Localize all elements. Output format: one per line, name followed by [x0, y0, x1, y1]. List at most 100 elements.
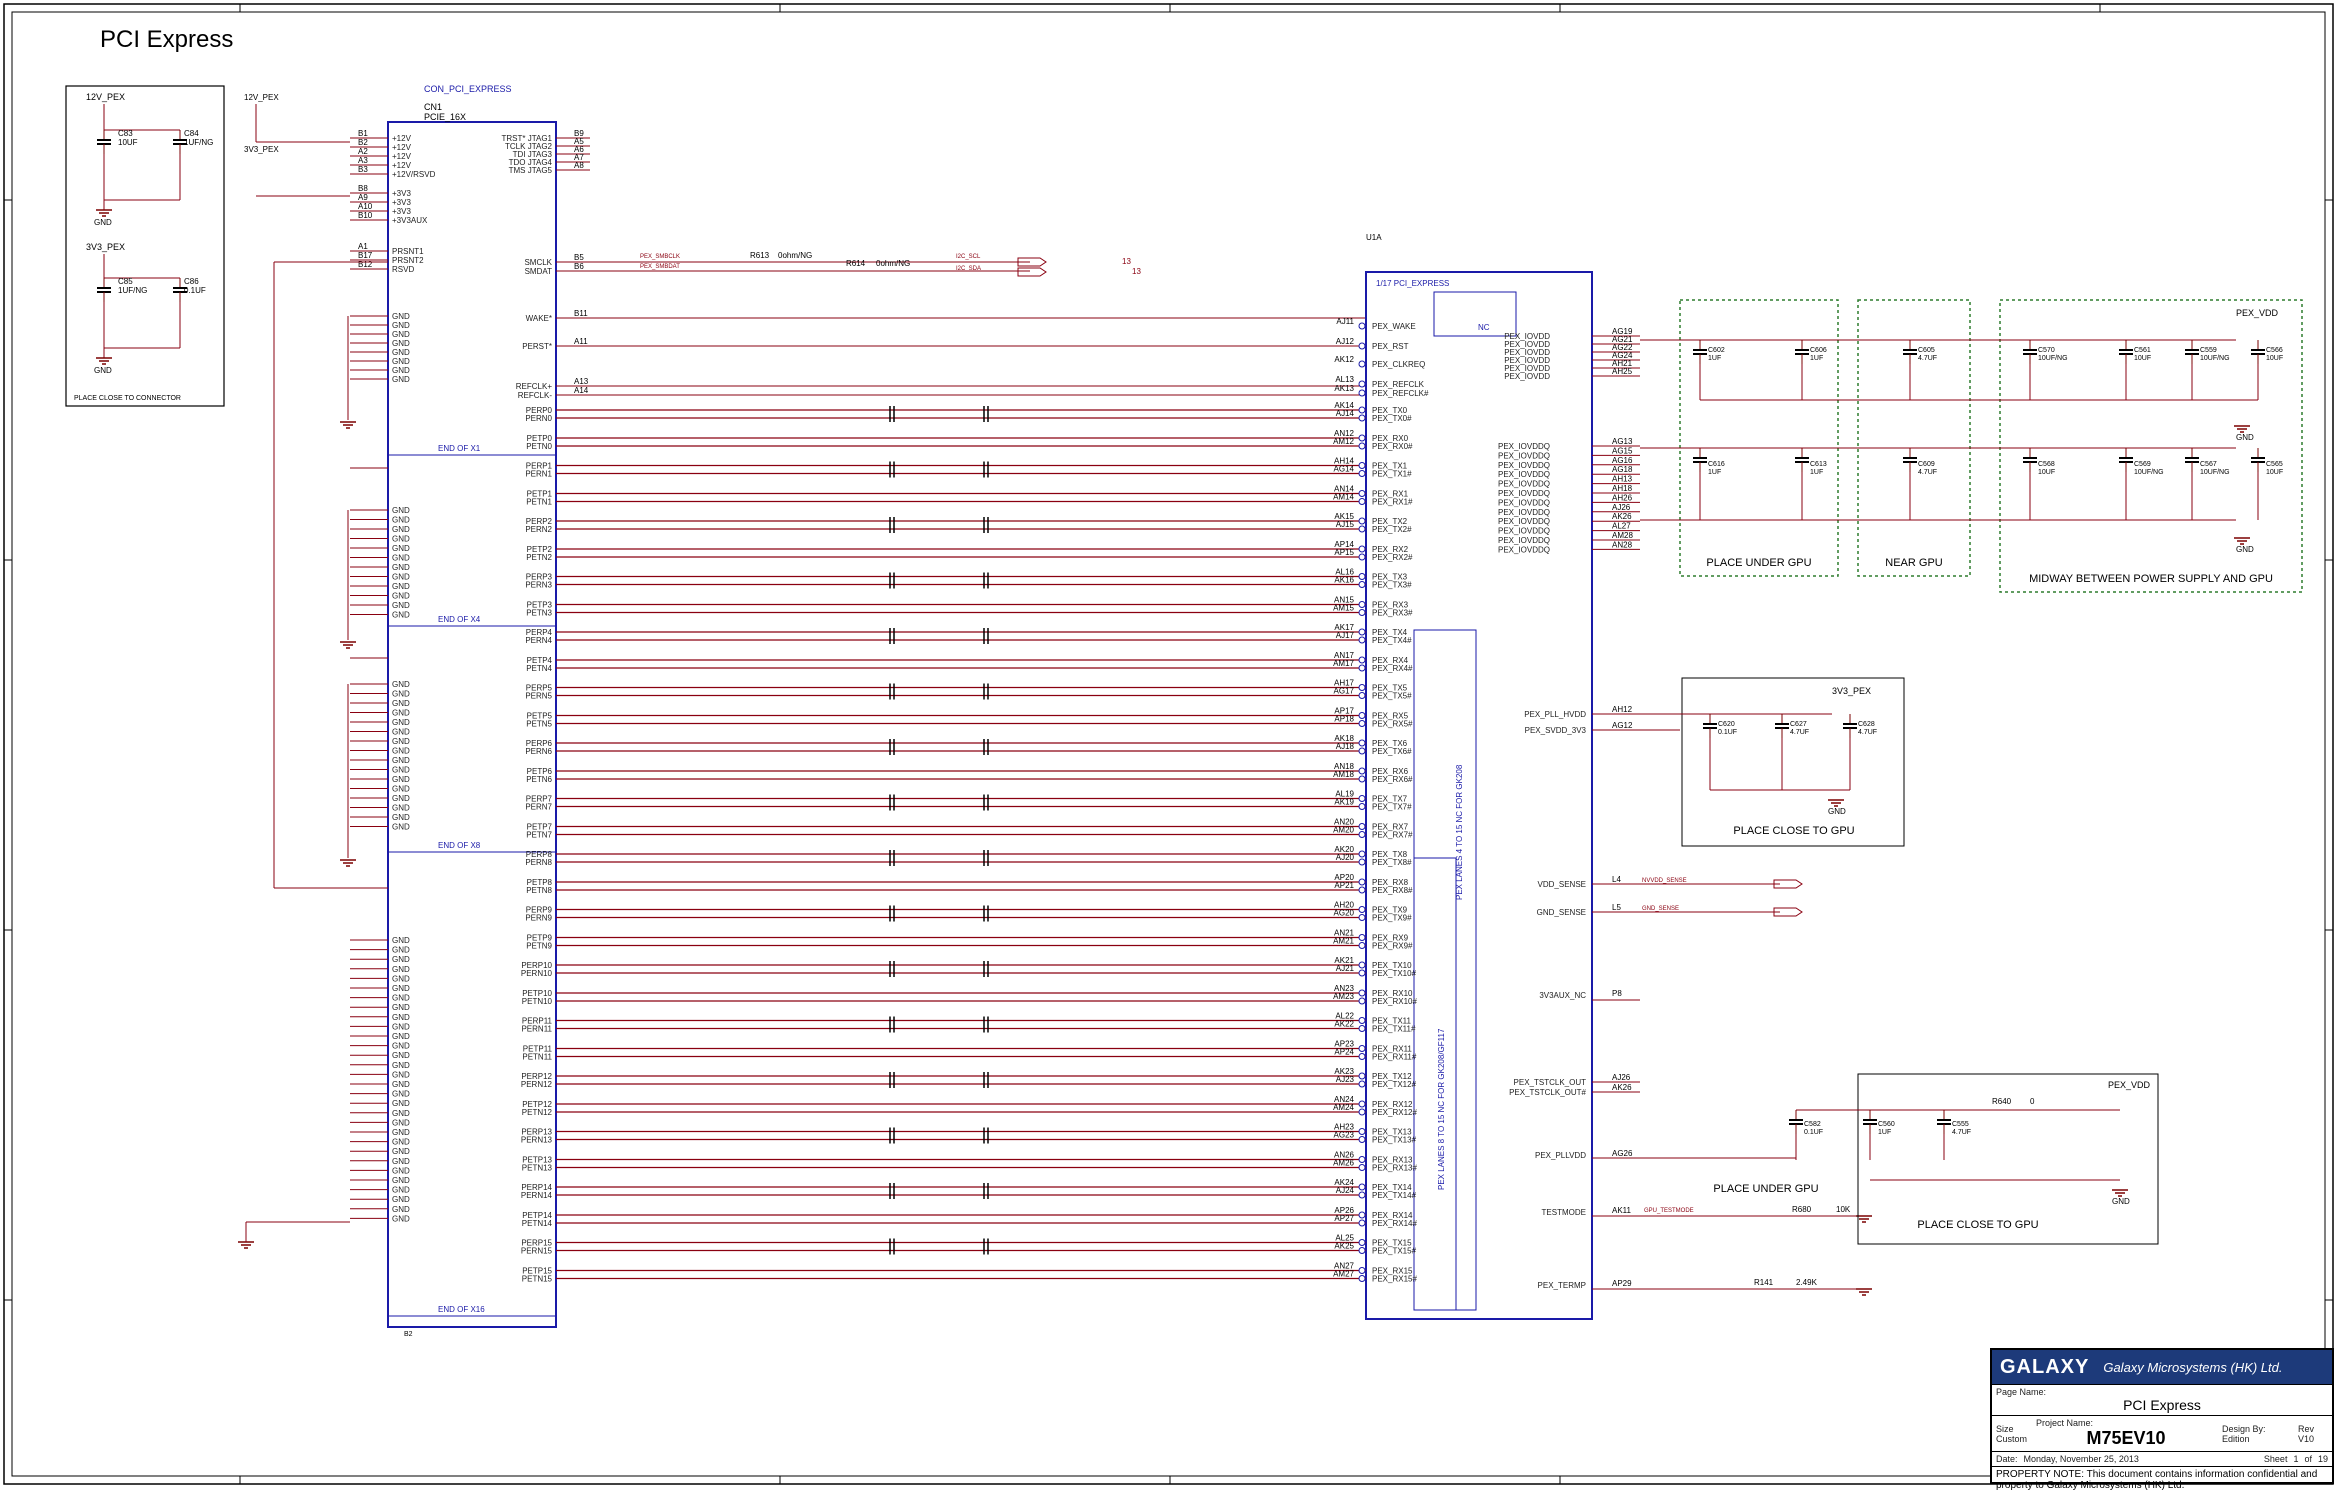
pin-name: GND: [392, 1147, 410, 1156]
pin-name: PEX_TX6#: [1372, 747, 1412, 756]
cap-ref: C555: [1952, 1121, 1969, 1128]
pin-name: GND: [392, 506, 410, 515]
pin-name: PERN12: [521, 1080, 553, 1089]
pin-name: PEX_IOVDDQ: [1498, 527, 1550, 536]
pin-bubble: [1358, 1164, 1366, 1171]
pin-name: PEX_RST: [1372, 342, 1409, 351]
pin-name: PEX_TX8#: [1372, 858, 1412, 867]
ball-number: AP21: [1334, 881, 1354, 890]
project-row: Size Custom Project Name: M75EV10 Design…: [1992, 1415, 2332, 1451]
title-block: GALAXY Galaxy Microsystems (HK) Ltd. Pag…: [1990, 1348, 2334, 1491]
cap-ref: C606: [1810, 347, 1827, 354]
pin-name: GND: [392, 1205, 410, 1214]
pin-name: PEX_TSTCLK_OUT: [1514, 1078, 1587, 1087]
gnd-label: GND: [94, 366, 112, 375]
ground-symbol: [340, 421, 356, 429]
pin-name: GND: [392, 611, 410, 620]
cap-ref: C616: [1708, 461, 1725, 468]
lane-note: PEX LANES 8 TO 15 NC FOR GK208/GF117: [1437, 1028, 1446, 1190]
sheet-ref: 13: [1122, 257, 1131, 266]
cap-ref: C609: [1918, 461, 1935, 468]
pin-name: GND: [392, 582, 410, 591]
gnd-label: GND: [2112, 1197, 2130, 1206]
ball-number: AL13: [1335, 375, 1354, 384]
pin-name: PERN7: [525, 803, 552, 812]
net-label: I2C_SDA: [956, 266, 981, 272]
project-name: M75EV10: [2086, 1428, 2166, 1448]
cap-value: 1UF: [1878, 1129, 1891, 1136]
cap-ref: C628: [1858, 721, 1875, 728]
pin-name: GND: [392, 756, 410, 765]
cap-value: 10UF: [2266, 469, 2283, 476]
pin-bubble: [1358, 906, 1366, 913]
ball-number: AP24: [1334, 1048, 1354, 1057]
pin-bubble: [1358, 942, 1366, 949]
pin-name: GND: [392, 766, 410, 775]
ball-number: AM26: [1333, 1159, 1354, 1168]
ball-number: AM17: [1333, 659, 1354, 668]
pin-name: PETN2: [526, 553, 552, 562]
pin-name: GND: [392, 1022, 410, 1031]
pin-name: GND: [392, 813, 410, 822]
net-label: 3V3_PEX: [86, 242, 125, 252]
ball-number: AL27: [1612, 522, 1631, 531]
pin-name: PEX_REFCLK#: [1372, 389, 1429, 398]
ball-number: L4: [1612, 875, 1621, 884]
pin-name: GND: [392, 312, 410, 321]
cap-value: 0.1UF: [184, 286, 206, 295]
ball-number: AJ26: [1612, 1073, 1631, 1082]
pin-number: B3: [358, 165, 368, 174]
pin-name: GND: [392, 1195, 410, 1204]
pin-name: TESTMODE: [1542, 1208, 1586, 1217]
pin-bubble: [1358, 739, 1366, 747]
pin-name: GND: [392, 1157, 410, 1166]
ball-number: AG13: [1612, 437, 1633, 446]
cap-ref: C560: [1878, 1121, 1895, 1128]
ball-number: AK22: [1334, 1020, 1354, 1029]
pin-bubble: [1358, 656, 1366, 664]
ball-number: AJ23: [1336, 1075, 1355, 1084]
page-name: PCI Express: [2123, 1397, 2201, 1413]
pin-name: GND: [392, 563, 410, 572]
resistor-value: 10K: [1836, 1205, 1851, 1214]
ball-number: AH18: [1612, 484, 1633, 493]
rev-label: Rev: [2298, 1423, 2315, 1434]
cap-value: 1UF: [1708, 469, 1721, 476]
design-cell: Design By: Edition: [2222, 1424, 2292, 1444]
ball-number: AM15: [1333, 604, 1354, 613]
cap-ref: C602: [1708, 347, 1725, 354]
pin-bubble: [1358, 342, 1366, 350]
pin-bubble: [1358, 322, 1366, 330]
gpu-part-label: 1/17 PCI_EXPRESS: [1376, 279, 1449, 288]
cap-value: 10UF/NG: [2134, 469, 2164, 476]
pin-name: PEX_IOVDD: [1504, 372, 1550, 381]
pin-name: GND: [392, 339, 410, 348]
pin-bubble: [1358, 878, 1366, 886]
decoupling-caps: PLACE UNDER GPU NEAR GPU MIDWAY BETWEEN PO…: [1640, 299, 2303, 1245]
pin-name: PERN11: [521, 1025, 552, 1034]
pin-name: TMS JTAG5: [509, 166, 553, 175]
pin-bubble: [1358, 1275, 1366, 1282]
cap-ref: C566: [2266, 347, 2283, 354]
ball-number: AM20: [1333, 826, 1354, 835]
pin-name: GND: [392, 1013, 410, 1022]
pin-name: PERN10: [521, 969, 553, 978]
pin-name: GND: [392, 321, 410, 330]
pin-name: PEX_TX2#: [1372, 525, 1412, 534]
pin-name: +3V3: [392, 198, 411, 207]
ball-number: AP18: [1334, 715, 1354, 724]
of-label: of: [2304, 1454, 2312, 1464]
pin-name: PEX_CLKREQ: [1372, 360, 1425, 369]
pin-name: GND: [392, 1042, 410, 1051]
cap-value: 1UF/NG: [184, 138, 213, 147]
pll-cap-label: PLACE CLOSE TO GPU: [1733, 825, 1854, 837]
pin-name: PEX_TX3#: [1372, 581, 1412, 590]
connector-pins: CON_PCI_EXPRESS CN1PCIE_16X 12V_PEX 3V3_PEX…: [238, 84, 1366, 1338]
connector-ref: CN1: [424, 102, 442, 112]
pin-name: PEX_PLLVDD: [1535, 1151, 1586, 1160]
pin-name: GND: [392, 1176, 410, 1185]
cap-ref: C605: [1918, 347, 1935, 354]
pin-name: PERN6: [525, 747, 552, 756]
pin-name: PETN4: [526, 664, 552, 673]
pin-name: PERN13: [521, 1136, 553, 1145]
